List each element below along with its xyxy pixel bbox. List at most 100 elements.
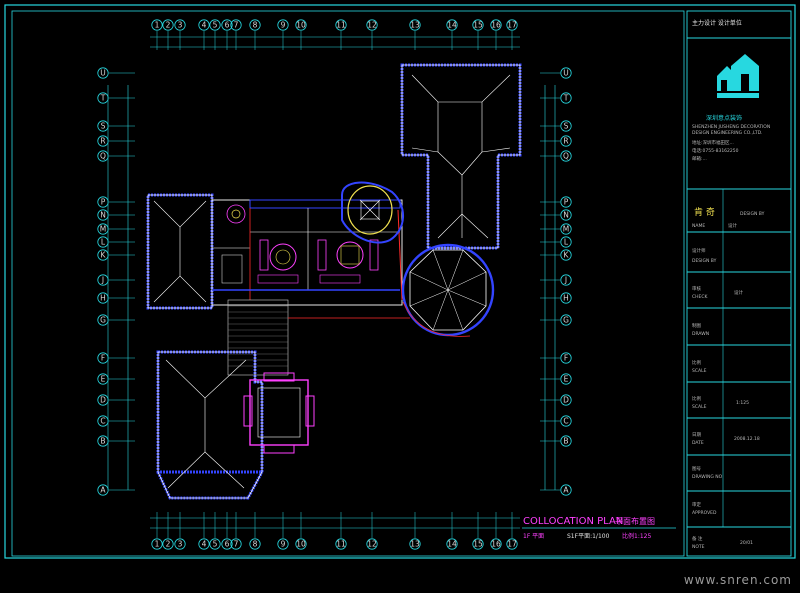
company-logo [717, 54, 759, 98]
svg-text:A: A [100, 486, 106, 495]
row-name-label: NAME [692, 223, 705, 229]
svg-text:B: B [100, 437, 105, 446]
grid-row-L: L [97, 236, 109, 248]
grid-column-10: 10 [295, 538, 307, 550]
roof-west [146, 193, 214, 310]
scale-left: 1F 平面 [523, 533, 544, 540]
grid-row-D: D [97, 394, 109, 406]
row-no-cn: 图号 [692, 466, 701, 472]
grid-row-C: C [560, 415, 572, 427]
grid-column-13: 13 [409, 19, 421, 31]
grid-row-M: M [97, 223, 109, 235]
svg-text:S: S [564, 122, 569, 131]
svg-text:G: G [100, 316, 106, 325]
svg-text:U: U [100, 69, 106, 78]
grid-row-Q: Q [560, 150, 572, 162]
svg-text:5: 5 [213, 21, 218, 30]
grid-column-15: 15 [472, 538, 484, 550]
svg-text:8: 8 [253, 21, 258, 30]
project-title: 肯 奇 [694, 206, 715, 218]
plan-title-cn: 平面布置图 [615, 516, 655, 526]
grid-row-U: U [97, 67, 109, 79]
svg-text:P: P [564, 198, 569, 207]
grid-row-N: N [560, 209, 572, 221]
svg-text:L: L [564, 238, 569, 247]
row-check-value: 设计 [734, 289, 743, 296]
grid-column-1: 1 [151, 538, 163, 550]
svg-text:12: 12 [367, 540, 377, 549]
row-approve-cn: 审定 [692, 501, 701, 508]
svg-text:15: 15 [473, 21, 483, 30]
grid-column-11: 11 [335, 538, 347, 550]
svg-text:F: F [101, 354, 105, 363]
row-date-cn: 日期 [692, 432, 701, 438]
grid-row-U: U [560, 67, 572, 79]
grid-row-E: E [97, 373, 109, 385]
svg-text:R: R [100, 137, 105, 146]
roof-southwest [156, 350, 264, 500]
cad-drawing: 主力设计 设计单位 深圳意点装饰 SHENZHEN JUSHENG DECORA… [4, 4, 796, 559]
grid-row-H: H [97, 292, 109, 304]
svg-text:3: 3 [178, 540, 183, 549]
title-block: 主力设计 设计单位 深圳意点装饰 SHENZHEN JUSHENG DECORA… [686, 10, 792, 557]
grid-row-T: T [560, 92, 572, 104]
grid-column-15: 15 [472, 19, 484, 31]
svg-text:E: E [101, 375, 106, 384]
svg-text:H: H [563, 294, 569, 303]
oval-stair [341, 181, 405, 244]
svg-text:12: 12 [367, 21, 377, 30]
svg-text:5: 5 [213, 540, 218, 549]
svg-text:7: 7 [234, 21, 239, 30]
grid-rows-left: U T SRQ PNMLK JH G F E D C B A [97, 67, 135, 496]
row-scale2-en: SCALE [692, 404, 707, 410]
scale-mid: S1F平面:1/100 [567, 533, 610, 540]
grid-row-R: R [560, 135, 572, 147]
svg-text:M: M [100, 225, 106, 234]
grid-row-S: S [97, 120, 109, 132]
grid-row-R: R [97, 135, 109, 147]
grid-column-8: 8 [249, 538, 261, 550]
row-check-en: CHECK [692, 294, 709, 300]
svg-text:U: U [563, 69, 569, 78]
grid-row-F: F [97, 352, 109, 364]
svg-text:1: 1 [155, 540, 160, 549]
grid-column-12: 12 [366, 538, 378, 550]
grid-column-3: 3 [174, 19, 186, 31]
svg-text:6: 6 [225, 21, 230, 30]
grid-column-11: 11 [335, 19, 347, 31]
grid-column-9: 9 [277, 19, 289, 31]
svg-text:13: 13 [410, 21, 420, 30]
grid-row-K: K [97, 249, 109, 261]
grid-row-S: S [560, 120, 572, 132]
row-designer-en: DESIGN BY [692, 258, 717, 264]
svg-text:4: 4 [202, 21, 207, 30]
company-address: 地址:深圳市福田区... [692, 139, 734, 146]
row-sheet-cn: 备 注 [692, 535, 703, 542]
svg-text:K: K [564, 251, 570, 260]
row-scale-cn: 比例 [692, 359, 701, 366]
svg-text:11: 11 [336, 540, 346, 549]
grid-row-H: H [560, 292, 572, 304]
svg-text:3: 3 [178, 21, 183, 30]
svg-text:S: S [101, 122, 106, 131]
svg-text:K: K [101, 251, 107, 260]
grid-column-8: 8 [249, 19, 261, 31]
grid-column-5: 5 [209, 538, 221, 550]
grid-row-M: M [560, 223, 572, 235]
scale-right: 比例1:125 [622, 532, 651, 540]
grid-column-1: 1 [151, 19, 163, 31]
grid-column-3: 3 [174, 538, 186, 550]
svg-text:N: N [100, 211, 106, 220]
company-name-en-2: DESIGN ENGINEERING CO.,LTD. [692, 130, 762, 136]
grid-column-17: 17 [506, 19, 518, 31]
grid-row-B: B [560, 435, 572, 447]
grid-column-14: 14 [446, 19, 458, 31]
roof-northeast [400, 63, 522, 250]
grid-row-T: T [97, 92, 109, 104]
grid-column-14: 14 [446, 538, 458, 550]
grid-row-K: K [560, 249, 572, 261]
row-drawn-en: DRAWN [692, 331, 709, 337]
row-approve-en: APPROVED [692, 510, 717, 516]
grid-column-4: 4 [198, 19, 210, 31]
svg-text:9: 9 [281, 540, 286, 549]
